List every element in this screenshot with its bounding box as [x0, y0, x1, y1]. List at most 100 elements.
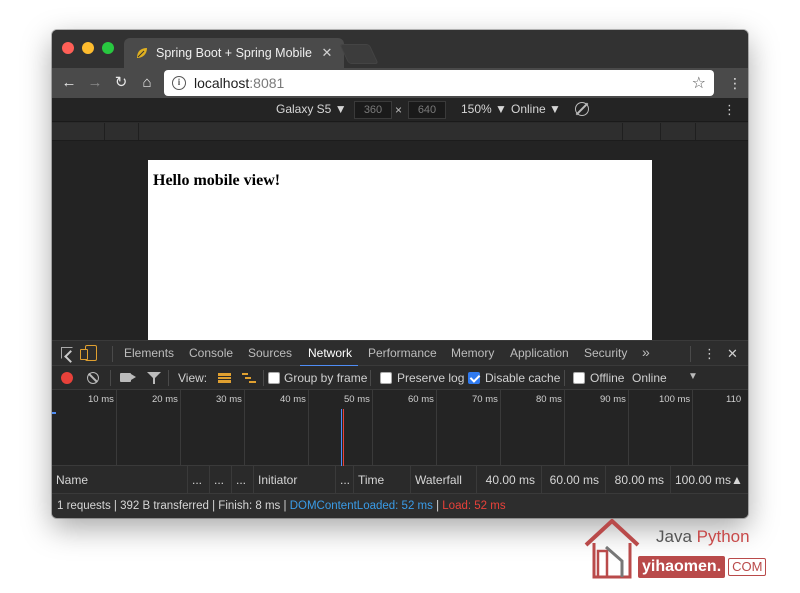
- request-bar: [52, 412, 56, 414]
- tab-security[interactable]: Security: [584, 346, 627, 360]
- devtools-menu-icon[interactable]: ⋮: [703, 346, 716, 362]
- preserve-log-label: Preserve log: [397, 371, 465, 385]
- disable-cache-label: Disable cache: [485, 371, 561, 385]
- column-name[interactable]: Name: [52, 466, 188, 494]
- load-marker: [343, 409, 344, 466]
- show-overview-icon[interactable]: [242, 373, 256, 383]
- chevron-down-icon[interactable]: ▼: [688, 371, 698, 382]
- media-query-segment: [660, 123, 661, 140]
- url-text: localhost:8081: [194, 75, 285, 91]
- more-tabs-icon[interactable]: »: [642, 344, 650, 360]
- filter-icon[interactable]: [147, 372, 161, 384]
- media-query-segment: [695, 123, 696, 140]
- capture-screenshots-icon[interactable]: [120, 373, 136, 382]
- timeline-tick: 30 ms: [216, 394, 242, 405]
- rotate-device-icon[interactable]: [575, 102, 589, 116]
- throttle-select[interactable]: Online ▼: [511, 102, 561, 116]
- device-options-icon[interactable]: ⋮: [723, 102, 736, 118]
- tab-memory[interactable]: Memory: [451, 346, 494, 360]
- column-header[interactable]: ...: [336, 466, 354, 494]
- home-icon[interactable]: ⌂: [136, 72, 158, 94]
- column-waterfall[interactable]: Waterfall: [411, 466, 477, 494]
- back-arrow-icon[interactable]: ←: [58, 72, 80, 94]
- timeline-tick: 110: [726, 394, 742, 405]
- watermark-title: Java Python: [656, 527, 750, 547]
- device-select[interactable]: Galaxy S5 ▼: [276, 102, 347, 116]
- device-height-input[interactable]: 640: [408, 101, 446, 119]
- divider: [564, 370, 565, 386]
- grid-line: [180, 390, 181, 466]
- timeline-tick: 80 ms: [536, 394, 562, 405]
- load-text: Load: 52 ms: [442, 500, 506, 512]
- watermark-tld: COM: [728, 558, 767, 576]
- summary-text: 1 requests | 392 B transferred | Finish:…: [57, 500, 290, 512]
- column-time[interactable]: Time: [354, 466, 411, 494]
- zoom-select[interactable]: 150% ▼: [461, 102, 507, 116]
- timeline-tick: 50 ms: [344, 394, 370, 405]
- column-header[interactable]: ...: [210, 466, 232, 494]
- tab-sources[interactable]: Sources: [248, 346, 292, 360]
- devtools-tab-bar: Elements Console Sources Network Perform…: [52, 340, 748, 367]
- media-query-bar[interactable]: [52, 123, 748, 141]
- preserve-log-checkbox[interactable]: [380, 372, 392, 384]
- browser-tab[interactable]: Spring Boot + Spring Mobile S ✕: [124, 38, 344, 68]
- grid-line: [116, 390, 117, 466]
- grid-line: [436, 390, 437, 466]
- offline-checkbox[interactable]: [573, 372, 585, 384]
- devtools-close-icon[interactable]: ✕: [727, 346, 738, 362]
- column-header[interactable]: ...: [188, 466, 210, 494]
- divider: [690, 346, 691, 362]
- group-by-frame-checkbox[interactable]: [268, 372, 280, 384]
- requests-table-header: Name ... ... ... Initiator ... Time Wate…: [52, 466, 748, 494]
- watermark-domain-name: yihaomen.: [638, 556, 726, 578]
- device-viewport: Hello mobile view!: [52, 141, 748, 340]
- toggle-device-toolbar-icon[interactable]: [80, 345, 97, 361]
- timeline-tick: 90 ms: [600, 394, 626, 405]
- new-tab-button[interactable]: [339, 44, 379, 64]
- clear-icon[interactable]: [87, 372, 99, 384]
- grid-line: [308, 390, 309, 466]
- network-summary-bar: 1 requests | 392 B transferred | Finish:…: [52, 494, 748, 518]
- dom-content-loaded-text: DOMContentLoaded: 52 ms: [289, 500, 433, 512]
- grid-line: [692, 390, 693, 466]
- forward-arrow-icon[interactable]: →: [84, 72, 106, 94]
- network-overview[interactable]: 10 ms 20 ms 30 ms 40 ms 50 ms 60 ms 70 m…: [52, 390, 748, 466]
- device-width-input[interactable]: 360: [354, 101, 392, 119]
- record-icon[interactable]: [61, 372, 73, 384]
- maximize-window-button[interactable]: [102, 42, 114, 54]
- browser-menu-icon[interactable]: ⋮: [728, 74, 742, 92]
- timeline-tick: 70 ms: [472, 394, 498, 405]
- offline-label: Offline: [590, 371, 625, 385]
- browser-toolbar: ← → ↻ ⌂ i localhost:8081 ☆ ⋮: [52, 68, 748, 98]
- spring-leaf-icon: [134, 45, 150, 61]
- reload-icon[interactable]: ↻: [110, 72, 132, 94]
- tab-performance[interactable]: Performance: [368, 346, 437, 360]
- site-info-icon[interactable]: i: [172, 76, 186, 90]
- tab-application[interactable]: Application: [510, 346, 569, 360]
- waterfall-tick: 80.00 ms: [606, 466, 671, 494]
- timeline-tick: 100 ms: [659, 394, 691, 405]
- close-window-button[interactable]: [62, 42, 74, 54]
- divider: [370, 370, 371, 386]
- network-throttle-select[interactable]: Online: [632, 371, 667, 385]
- media-query-segment: [138, 123, 139, 140]
- divider: [263, 370, 264, 386]
- timeline-tick: 10 ms: [88, 394, 114, 405]
- inspect-element-icon[interactable]: [61, 347, 73, 359]
- address-bar[interactable]: i localhost:8081 ☆: [164, 70, 714, 96]
- column-initiator[interactable]: Initiator: [254, 466, 336, 494]
- minimize-window-button[interactable]: [82, 42, 94, 54]
- bookmark-star-icon[interactable]: ☆: [692, 73, 706, 93]
- tab-strip: Spring Boot + Spring Mobile S ✕: [52, 30, 748, 68]
- waterfall-tick: 100.00 ms▲: [675, 473, 743, 487]
- disable-cache-checkbox[interactable]: [468, 372, 480, 384]
- grid-line: [372, 390, 373, 466]
- tab-close-icon[interactable]: ✕: [320, 45, 334, 61]
- network-toolbar: View: Group by frame Preserve log Disabl…: [52, 366, 748, 390]
- waterfall-tick: 40.00 ms: [477, 466, 542, 494]
- large-request-rows-icon[interactable]: [218, 373, 231, 383]
- tab-console[interactable]: Console: [189, 346, 233, 360]
- tab-elements[interactable]: Elements: [124, 346, 174, 360]
- column-header[interactable]: ...: [232, 466, 254, 494]
- tab-network[interactable]: Network: [308, 346, 352, 360]
